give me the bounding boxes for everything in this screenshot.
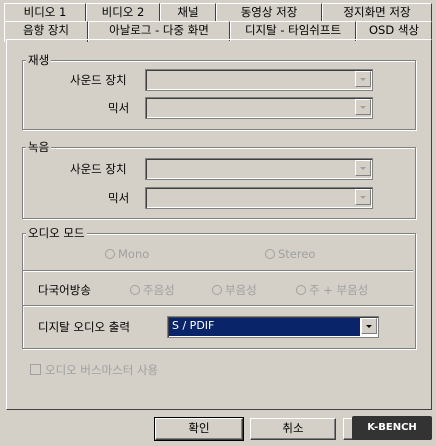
recording-mixer-select[interactable] <box>145 187 373 209</box>
tab-still-save[interactable]: 정지화면 저장 <box>322 3 432 23</box>
chevron-down-icon[interactable] <box>355 71 371 87</box>
multi-lang-label: 다국어방송 <box>38 283 91 297</box>
tab-label: 음향 장치 <box>23 23 69 37</box>
tab-label: 비디오 2 <box>101 5 145 19</box>
playback-legend: 재생 <box>26 52 52 68</box>
tab-label: OSD 색상 <box>368 23 420 37</box>
tab-channel[interactable]: 채널 <box>160 3 216 23</box>
mono-radio[interactable]: Mono <box>105 247 149 261</box>
tab-digital-timeshift[interactable]: 디지탈 - 타임쉬프트 <box>230 21 356 41</box>
ok-button[interactable]: 확인 <box>154 417 244 441</box>
radio-icon <box>212 285 222 295</box>
audio-mode-legend: 오디오 모드 <box>26 225 87 241</box>
tab-label: 채널 <box>177 5 199 19</box>
main-sub-audio-radio[interactable]: 주 + 부음성 <box>296 282 368 298</box>
tab-label: 비디오 1 <box>23 5 67 19</box>
radio-icon <box>130 285 140 295</box>
playback-sound-device-select[interactable] <box>145 69 373 91</box>
digital-output-label: 디지탈 오디오 출력 <box>38 320 130 334</box>
tab-label: 디지탈 - 타임쉬프트 <box>244 23 342 37</box>
main-sub-audio-label: 주 + 부음성 <box>309 283 369 297</box>
radio-icon <box>265 249 275 259</box>
kbench-logo: K-BENCH <box>352 416 432 440</box>
radio-icon <box>105 249 115 259</box>
tab-label: 동영상 저장 <box>240 5 298 19</box>
playback-sound-device-label: 사운드 장치 <box>70 73 127 87</box>
radio-icon <box>296 285 306 295</box>
tab-video1[interactable]: 비디오 1 <box>4 3 86 23</box>
tab-label: 정지화면 저장 <box>343 5 411 19</box>
ok-label: 확인 <box>188 421 210 435</box>
recording-sound-device-select[interactable] <box>145 158 373 180</box>
tab-label: 아날로그 - 다중 화면 <box>109 23 209 37</box>
divider <box>23 305 413 307</box>
recording-legend: 녹음 <box>26 139 52 155</box>
tab-analog-multiscreen[interactable]: 아날로그 - 다중 화면 <box>88 21 230 41</box>
cancel-label: 취소 <box>282 421 304 435</box>
tab-osd-color[interactable]: OSD 색상 <box>356 21 432 41</box>
main-audio-radio[interactable]: 주음성 <box>130 282 175 298</box>
tab-video-save[interactable]: 동영상 저장 <box>216 3 322 23</box>
chevron-down-icon[interactable] <box>355 189 371 205</box>
stereo-label: Stereo <box>278 247 316 261</box>
checkbox-icon <box>30 364 41 375</box>
chevron-down-icon[interactable] <box>355 160 371 176</box>
recording-mixer-label: 믹서 <box>108 191 130 205</box>
mono-label: Mono <box>118 247 150 261</box>
bus-master-checkbox[interactable]: 오디오 버스마스터 사용 <box>30 362 158 378</box>
digital-output-value: S / PDIF <box>169 318 360 336</box>
sub-audio-radio[interactable]: 부음성 <box>212 282 257 298</box>
chevron-down-icon[interactable] <box>355 99 371 115</box>
chevron-down-icon[interactable] <box>361 318 377 334</box>
cancel-button[interactable]: 취소 <box>250 418 336 440</box>
divider <box>23 270 413 272</box>
recording-sound-device-label: 사운드 장치 <box>70 162 127 176</box>
playback-mixer-select[interactable] <box>145 97 373 119</box>
bus-master-label: 오디오 버스마스터 사용 <box>45 363 159 377</box>
sub-audio-label: 부음성 <box>225 283 257 297</box>
stereo-radio[interactable]: Stereo <box>265 247 315 261</box>
playback-mixer-label: 믹서 <box>108 101 130 115</box>
tab-video2[interactable]: 비디오 2 <box>86 3 160 23</box>
digital-output-select[interactable]: S / PDIF <box>167 316 379 338</box>
main-audio-label: 주음성 <box>143 283 175 297</box>
